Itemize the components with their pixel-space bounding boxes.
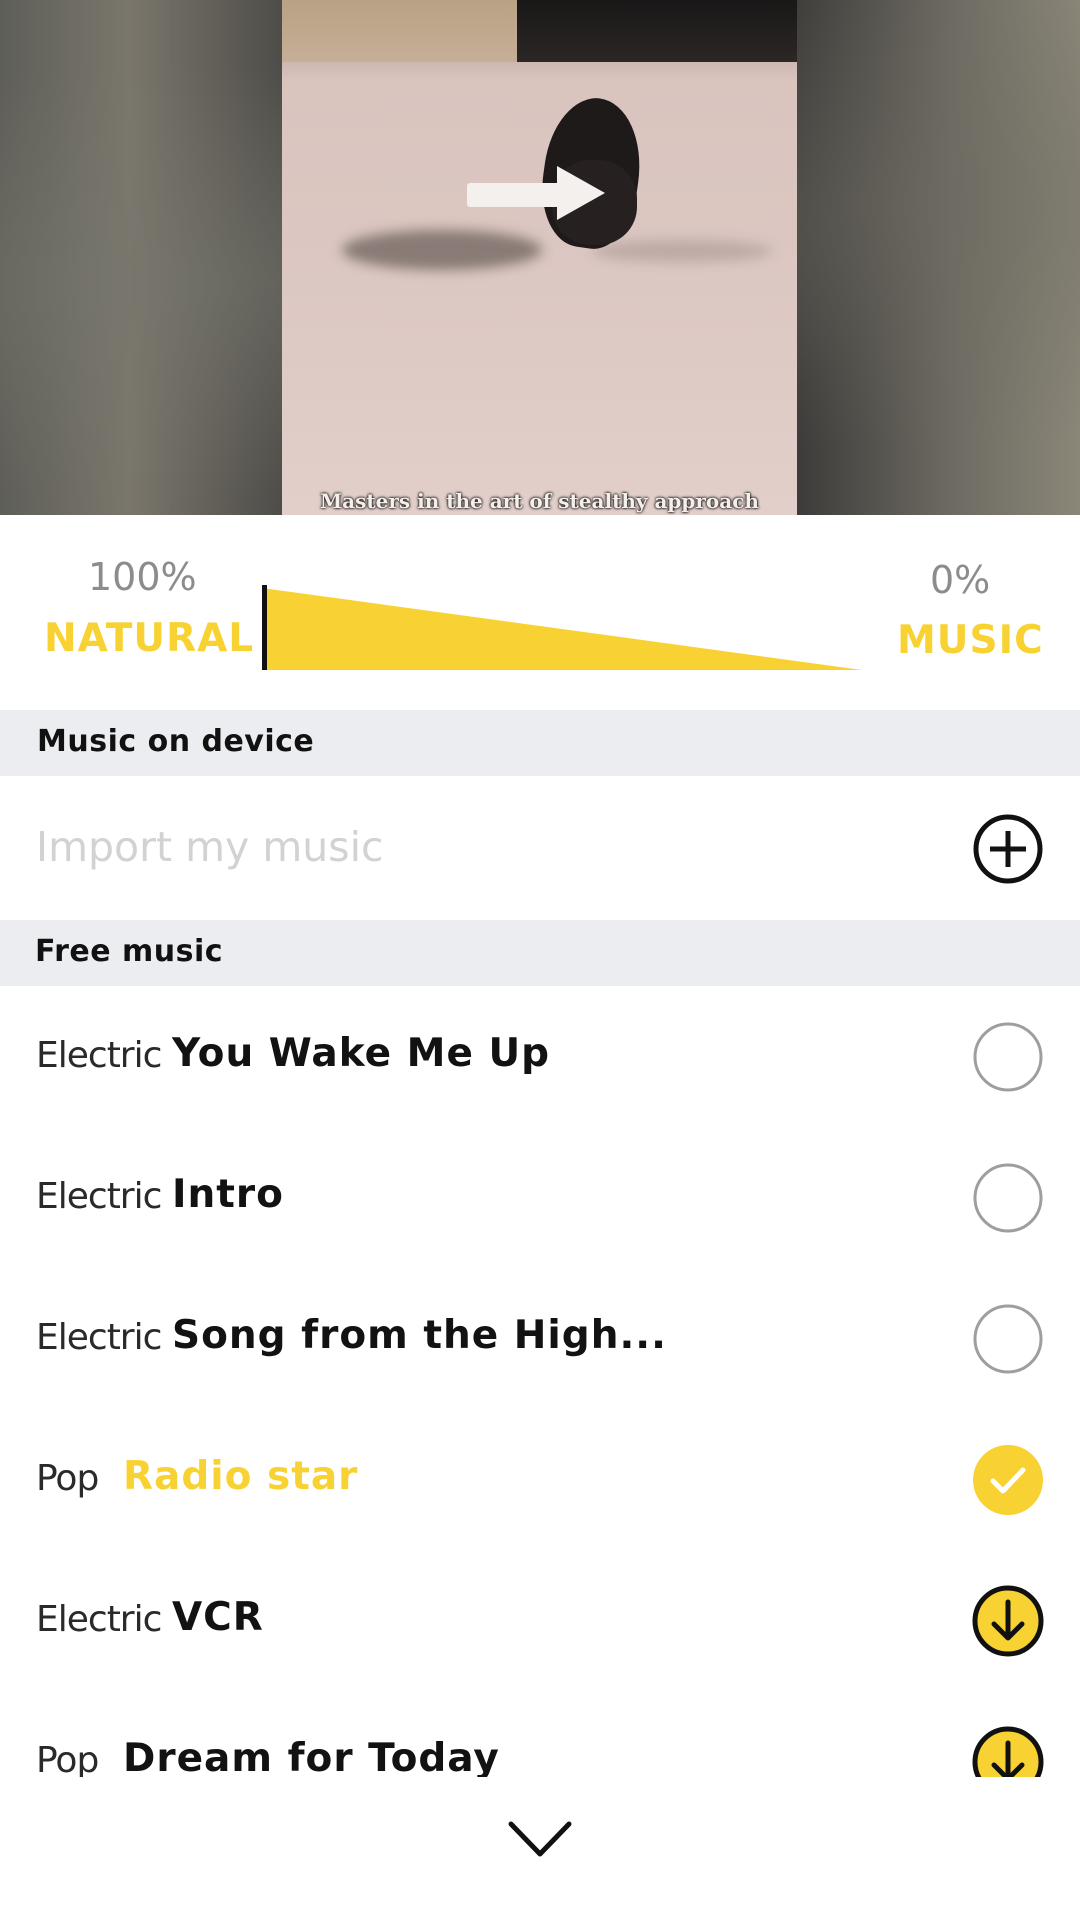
bottom-bar: [0, 1777, 1080, 1920]
music-percent: 0%: [930, 558, 991, 602]
track-title: Intro: [172, 1172, 284, 1217]
import-music-row[interactable]: Import my music: [0, 777, 1080, 920]
check-circle-icon[interactable]: [972, 1444, 1044, 1516]
mix-fill: [262, 588, 862, 670]
audio-mix-slider[interactable]: 100% NATURAL 0% MUSIC: [0, 515, 1080, 710]
track-row[interactable]: Electric Intro: [0, 1128, 1080, 1269]
music-label: MUSIC: [897, 618, 1044, 663]
track-row[interactable]: Electric You Wake Me Up: [0, 987, 1080, 1128]
track-genre: Electric: [36, 1599, 162, 1640]
mix-handle: [262, 585, 267, 670]
track-genre: Pop: [36, 1458, 99, 1499]
track-genre: Pop: [36, 1740, 99, 1777]
video-caption: Masters in the art of stealthy approach: [320, 489, 759, 513]
mix-wedge[interactable]: [262, 570, 862, 670]
chevron-down-icon[interactable]: [505, 1814, 575, 1864]
track-row[interactable]: Electric VCR: [0, 1551, 1080, 1692]
track-genre: Electric: [36, 1317, 162, 1358]
track-row[interactable]: Pop Dream for Today: [0, 1692, 1080, 1777]
track-genre: Electric: [36, 1176, 162, 1217]
empty-circle-icon[interactable]: [972, 1162, 1044, 1234]
section-title: Music on device: [37, 724, 315, 759]
section-header-free: Free music: [0, 920, 1080, 986]
track-title: VCR: [172, 1595, 264, 1640]
natural-percent: 100%: [88, 555, 197, 599]
track-list[interactable]: Electric You Wake Me Up Electric Intro E…: [0, 987, 1080, 1777]
video-frame[interactable]: Masters in the art of stealthy approach: [282, 0, 797, 515]
download-icon[interactable]: [972, 1585, 1044, 1657]
track-row-selected[interactable]: Pop Radio star: [0, 1410, 1080, 1551]
empty-circle-icon[interactable]: [972, 1303, 1044, 1375]
video-preview[interactable]: Masters in the art of stealthy approach: [0, 0, 1080, 515]
natural-label: NATURAL: [44, 616, 255, 661]
track-title: Radio star: [123, 1454, 359, 1499]
section-title: Free music: [35, 934, 224, 969]
track-title: You Wake Me Up: [172, 1031, 551, 1076]
section-header-device: Music on device: [0, 710, 1080, 776]
arrow-overlay: [467, 183, 567, 207]
track-title: Song from the High...: [172, 1313, 667, 1358]
import-placeholder: Import my music: [36, 823, 384, 871]
plus-circle-icon[interactable]: [972, 813, 1044, 885]
track-title: Dream for Today: [123, 1736, 500, 1777]
empty-circle-icon[interactable]: [972, 1021, 1044, 1093]
download-icon[interactable]: [972, 1726, 1044, 1777]
track-row[interactable]: Electric Song from the High...: [0, 1269, 1080, 1410]
track-genre: Electric: [36, 1035, 162, 1076]
